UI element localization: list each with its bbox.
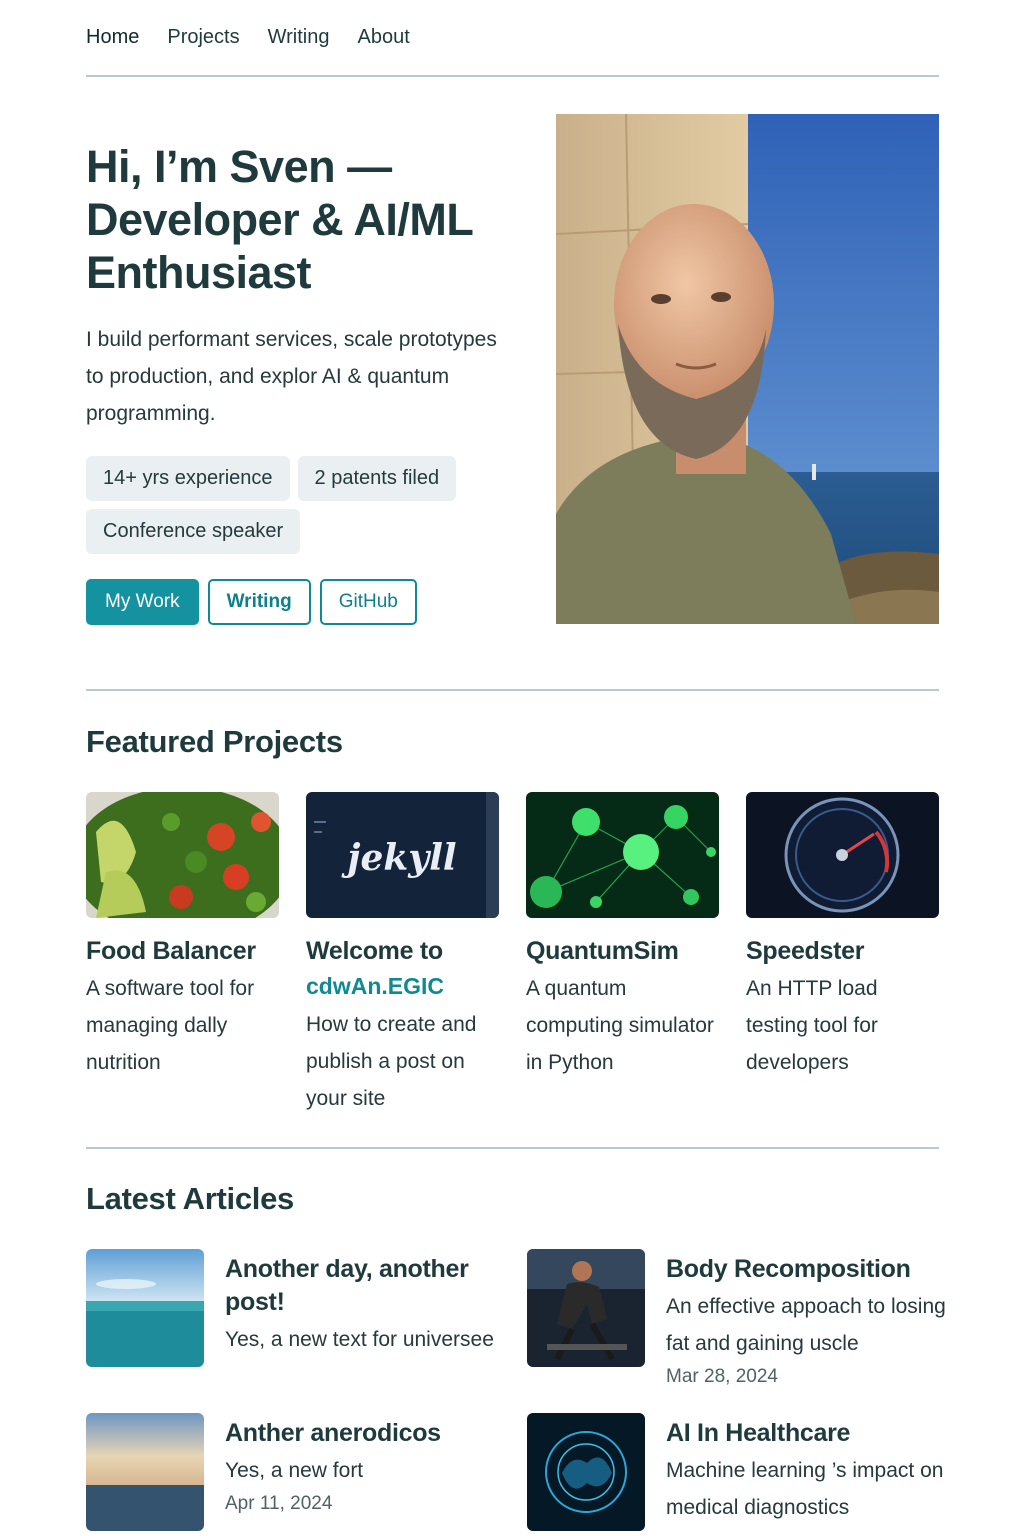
article-title[interactable]: AI In Healthcare	[666, 1417, 966, 1450]
article-date: Apr 11, 2024	[225, 1493, 333, 1514]
article-thumbnail	[86, 1249, 204, 1367]
article-body: Body Recomposition An effective appoach …	[666, 1253, 966, 1392]
gym-illustration	[527, 1249, 645, 1367]
article-date: Mar 28, 2024	[666, 1366, 778, 1387]
article-description: An effective appoach to losing fat and g…	[666, 1295, 946, 1355]
hero-title-line-2: Developer & AI/ML	[86, 194, 474, 245]
article-thumbnail	[527, 1249, 645, 1367]
featured-projects-grid: Food Balancer A software tool for managi…	[86, 792, 939, 1117]
writing-button[interactable]: Writing	[207, 579, 311, 625]
hero-text: Hi, I’m Sven — Developer & AI/ML Enthusi…	[86, 140, 506, 432]
hero-title-line-3: Enthusiast	[86, 247, 312, 298]
salad-illustration	[86, 792, 279, 918]
ocean-illustration	[86, 1249, 204, 1367]
top-nav: Home Projects Writing About	[86, 0, 939, 77]
project-description: How to create and publish a post on your…	[306, 1013, 477, 1110]
github-button[interactable]: GitHub	[319, 579, 417, 625]
featured-projects-title: Featured Projects	[86, 724, 343, 759]
project-title: QuantumSim	[526, 937, 679, 965]
badge-experience: 14+ yrs experience	[86, 456, 290, 501]
sunset-sea-illustration	[86, 1413, 204, 1531]
project-card-food-balancer[interactable]: Food Balancer A software tool for managi…	[86, 792, 279, 1117]
hero-buttons: My Work Writing GitHub	[86, 579, 417, 625]
project-description: An HTTP load testing tool for developers	[746, 977, 878, 1074]
my-work-button[interactable]: My Work	[86, 579, 199, 625]
nav-home[interactable]: Home	[86, 26, 139, 49]
project-card-welcome[interactable]: jekyll Welcome to cdwAn.EGIC How to crea…	[306, 792, 499, 1117]
article-title[interactable]: Another day, another post!	[225, 1253, 515, 1319]
latest-articles-title: Latest Articles	[86, 1181, 294, 1216]
article-body: Another day, another post! Yes, a new te…	[225, 1253, 515, 1358]
badge-patents: 2 patents filed	[297, 456, 457, 501]
article-title[interactable]: Body Recomposition	[666, 1253, 966, 1286]
project-title: Welcome to	[306, 937, 443, 965]
project-image-speedometer	[746, 792, 939, 918]
nav-about[interactable]: About	[357, 26, 409, 49]
article-thumbnail	[527, 1413, 645, 1531]
article-title[interactable]: Anther anerodicos	[225, 1417, 515, 1450]
brain-scan-illustration	[527, 1413, 645, 1531]
project-title: Food Balancer	[86, 937, 256, 965]
project-image-quantum	[526, 792, 719, 918]
article-description: Machine learning ’s impact on medical di…	[666, 1459, 944, 1519]
project-card-quantumsim[interactable]: QuantumSim A quantum computing simulator…	[526, 792, 719, 1117]
hero-badges: 14+ yrs experience 2 patents filed Confe…	[86, 456, 506, 554]
jekyll-screen-illustration: jekyll	[306, 792, 499, 918]
jekyll-logo-text: jekyll	[341, 837, 456, 879]
speedometer-illustration	[746, 792, 939, 918]
project-card-speedster[interactable]: Speedster An HTTP load testing tool for …	[746, 792, 939, 1117]
article-thumbnail	[86, 1413, 204, 1531]
project-title: Speedster	[746, 937, 865, 965]
project-accent-link[interactable]: cdwAn.EGIC	[306, 966, 499, 1006]
project-description: A quantum computing simulator in Python	[526, 977, 714, 1074]
project-image-jekyll: jekyll	[306, 792, 499, 918]
article-body: Anther anerodicos Yes, a new fort Apr 11…	[225, 1417, 515, 1519]
article-description: Yes, a new text for universee	[225, 1328, 494, 1351]
article-description: Yes, a new fort	[225, 1459, 364, 1482]
nav-projects[interactable]: Projects	[167, 26, 239, 49]
nav-writing[interactable]: Writing	[268, 26, 330, 49]
article-body: AI In Healthcare Machine learning ’s imp…	[666, 1417, 966, 1526]
divider-articles	[86, 1147, 939, 1149]
badge-speaker: Conference speaker	[86, 509, 301, 554]
hero-subtitle: I build performant services, scale proto…	[86, 328, 497, 425]
portrait-illustration	[556, 114, 939, 624]
hero-title: Hi, I’m Sven — Developer & AI/ML Enthusi…	[86, 140, 506, 299]
project-image-food	[86, 792, 279, 918]
project-description: A software tool for managing dally nutri…	[86, 977, 255, 1074]
divider-featured	[86, 689, 939, 691]
hero-title-line-1: Hi, I’m Sven —	[86, 141, 392, 192]
network-illustration	[526, 792, 719, 918]
portrait-photo	[556, 114, 939, 624]
